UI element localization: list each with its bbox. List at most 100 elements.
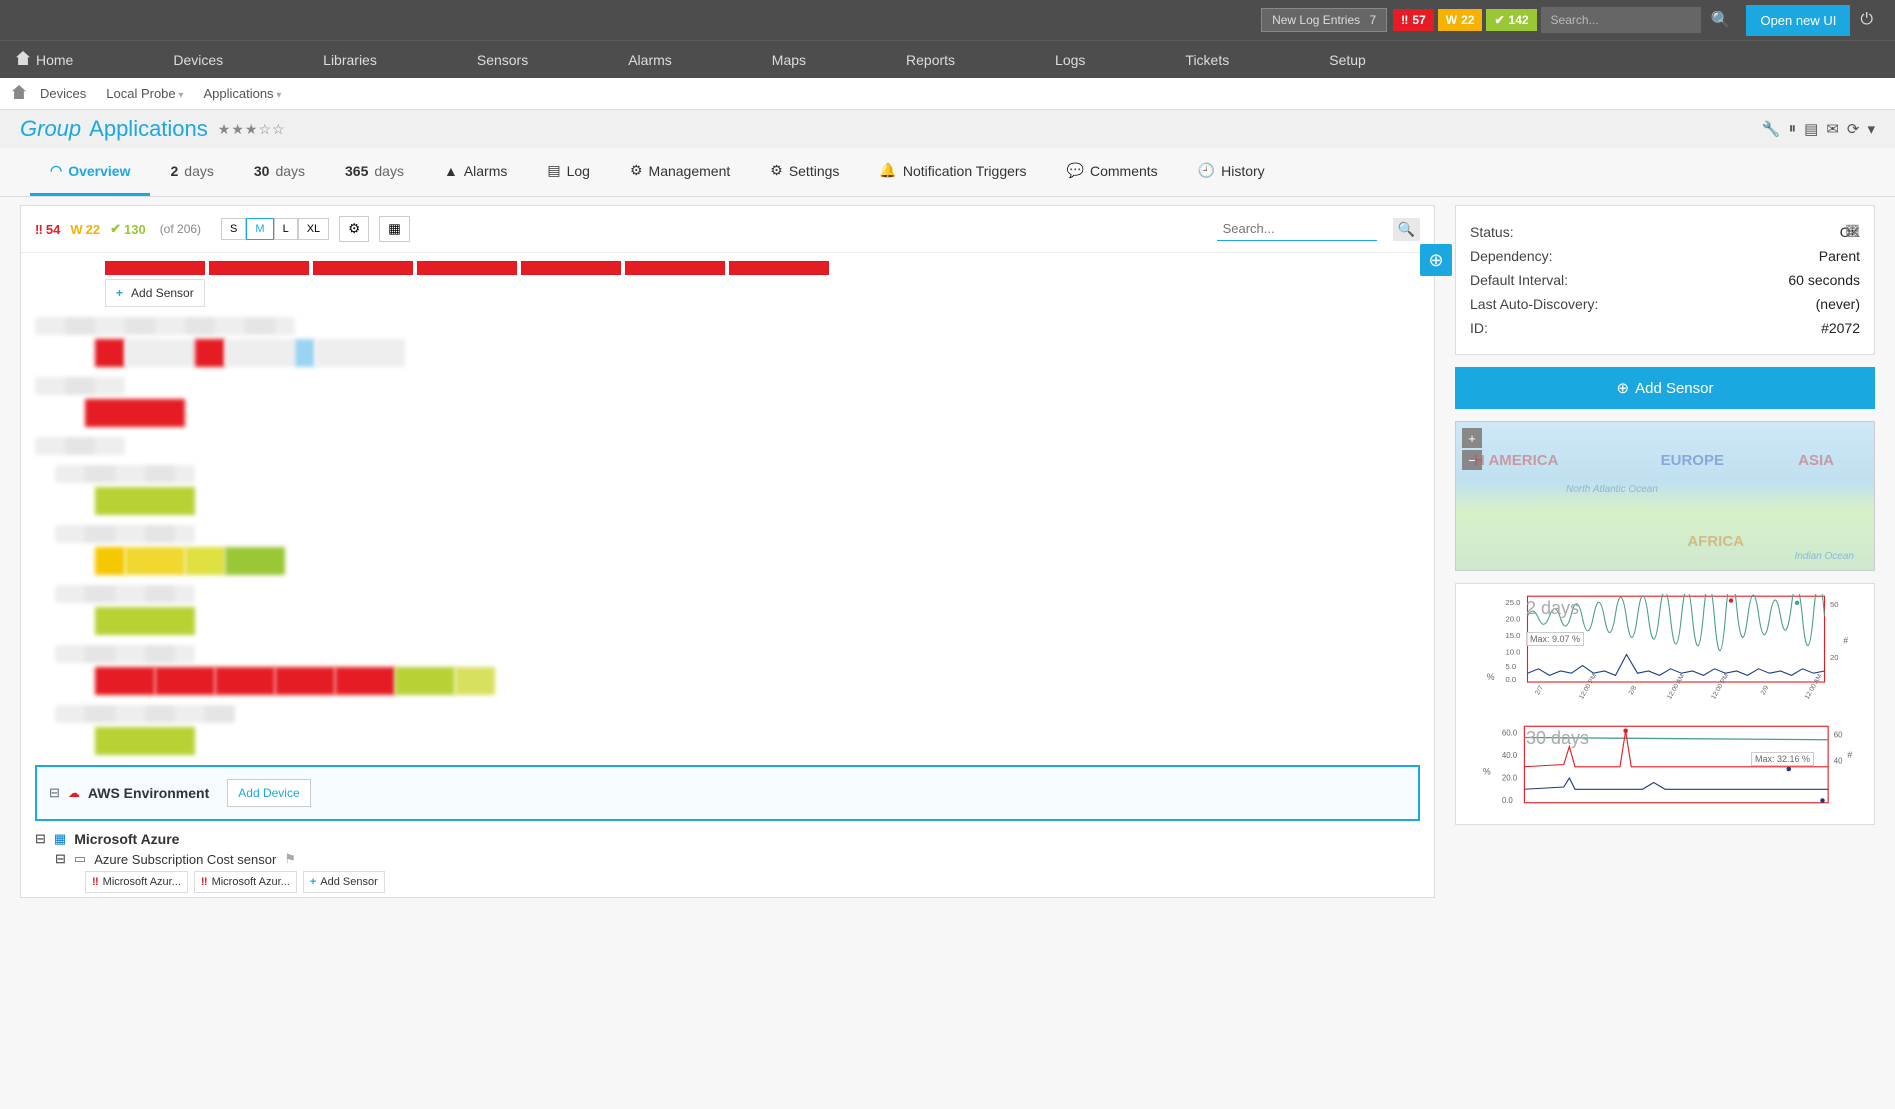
breadcrumb-home-icon[interactable] bbox=[12, 85, 26, 102]
sensor-block[interactable] bbox=[209, 261, 309, 275]
sensor-block[interactable] bbox=[395, 667, 455, 695]
crumb-devices[interactable]: Devices bbox=[34, 84, 92, 103]
sensor-block[interactable] bbox=[625, 261, 725, 275]
size-l[interactable]: L bbox=[274, 218, 298, 240]
breadcrumb: Devices Local Probe Applications bbox=[0, 78, 1895, 110]
nav-maps[interactable]: Maps bbox=[752, 41, 826, 78]
status-down-badge[interactable]: ‼57 bbox=[1393, 9, 1434, 31]
sensor-block[interactable] bbox=[225, 339, 295, 367]
azure-device[interactable]: ⊟ ▭ Azure Subscription Cost sensor ⚑ bbox=[55, 851, 1420, 867]
sensor-block[interactable] bbox=[195, 339, 225, 367]
pause-icon[interactable]: ⏸ bbox=[1789, 120, 1797, 138]
nav-logs[interactable]: Logs bbox=[1035, 41, 1105, 78]
panel-warn-count[interactable]: W22 bbox=[70, 222, 100, 237]
sensor-block[interactable] bbox=[215, 667, 275, 695]
svg-text:20.0: 20.0 bbox=[1502, 773, 1518, 782]
aws-environment-group[interactable]: ⊟ ☁ AWS Environment Add Device bbox=[35, 765, 1420, 821]
panel-search-input[interactable] bbox=[1217, 217, 1377, 241]
nav-tickets[interactable]: Tickets bbox=[1165, 41, 1249, 78]
crumb-local-probe[interactable]: Local Probe bbox=[100, 84, 189, 103]
panel-settings-icon[interactable]: ⚙ bbox=[339, 216, 369, 242]
expand-icon[interactable]: ⊟ bbox=[49, 785, 60, 801]
search-icon[interactable]: 🔍 bbox=[1701, 4, 1741, 36]
nav-setup[interactable]: Setup bbox=[1309, 41, 1386, 78]
nav-libraries[interactable]: Libraries bbox=[303, 41, 397, 78]
add-device-button[interactable]: Add Device bbox=[227, 779, 310, 807]
sensor-block[interactable] bbox=[417, 261, 517, 275]
expand-icon[interactable]: ⊟ bbox=[35, 831, 46, 847]
open-new-ui-button[interactable]: Open new UI bbox=[1746, 5, 1850, 36]
panel-grid-icon[interactable]: ▦ bbox=[379, 216, 410, 242]
sensor-block[interactable] bbox=[95, 727, 195, 755]
tab-settings[interactable]: ⚙Settings bbox=[750, 148, 859, 196]
geo-map[interactable]: + − H AMERICA EUROPE ASIA AFRICA North A… bbox=[1455, 421, 1875, 571]
sensor-block[interactable] bbox=[455, 667, 495, 695]
tab-log[interactable]: ▤Log bbox=[527, 148, 610, 196]
tab-management[interactable]: ⚙Management bbox=[610, 148, 750, 196]
tab-overview[interactable]: ◠Overview bbox=[30, 148, 150, 196]
favorite-stars[interactable]: ★★★☆☆ bbox=[218, 121, 286, 138]
power-icon[interactable]: ⏻ bbox=[1850, 5, 1883, 35]
panel-search-icon[interactable]: 🔍 bbox=[1393, 218, 1420, 241]
sensor-block[interactable] bbox=[125, 547, 185, 575]
size-m[interactable]: M bbox=[246, 218, 273, 240]
info-interval-value: 60 seconds bbox=[1788, 272, 1860, 288]
nav-home[interactable]: Home bbox=[12, 41, 93, 78]
panel-up-count[interactable]: ✔130 bbox=[110, 221, 146, 237]
sensor-chip[interactable]: ‼Microsoft Azur... bbox=[85, 871, 188, 893]
nav-sensors[interactable]: Sensors bbox=[457, 41, 548, 78]
sensor-chip[interactable]: ‼Microsoft Azur... bbox=[194, 871, 297, 893]
sensor-block[interactable] bbox=[125, 339, 195, 367]
tab-triggers[interactable]: 🔔Notification Triggers bbox=[859, 148, 1046, 196]
sensor-block[interactable] bbox=[275, 667, 335, 695]
nav-alarms[interactable]: Alarms bbox=[608, 41, 692, 78]
sensor-block[interactable] bbox=[85, 399, 185, 427]
sensor-block[interactable] bbox=[521, 261, 621, 275]
add-sensor-chip[interactable]: +Add Sensor bbox=[303, 871, 385, 893]
sensor-block[interactable] bbox=[105, 261, 205, 275]
status-warn-badge[interactable]: W22 bbox=[1438, 9, 1483, 31]
nav-devices[interactable]: Devices bbox=[153, 41, 243, 78]
sensor-block[interactable] bbox=[335, 667, 395, 695]
add-sensor-inline[interactable]: + Add Sensor bbox=[105, 279, 205, 307]
expand-icon[interactable]: ⊟ bbox=[55, 851, 66, 867]
new-log-entries-badge[interactable]: New Log Entries 7 bbox=[1261, 8, 1387, 32]
chart-icon[interactable]: ▤ bbox=[1804, 120, 1818, 138]
wrench-icon[interactable]: 🔧 bbox=[1762, 120, 1781, 138]
crumb-applications[interactable]: Applications bbox=[197, 84, 287, 103]
sensor-block[interactable] bbox=[95, 667, 155, 695]
status-up-badge[interactable]: ✔142 bbox=[1486, 9, 1536, 31]
map-zoom-in[interactable]: + bbox=[1462, 428, 1482, 448]
caret-down-icon[interactable]: ▾ bbox=[1867, 120, 1875, 138]
chart-2days[interactable]: 2 days Max: 9.07 % % 25.0 20.0 15.0 10.0… bbox=[1466, 594, 1864, 704]
tab-history[interactable]: 🕘History bbox=[1178, 148, 1285, 196]
qr-icon[interactable]: ▩ bbox=[1845, 220, 1860, 240]
tab-alarms[interactable]: ▲Alarms bbox=[424, 148, 527, 196]
panel-down-count[interactable]: ‼54 bbox=[35, 222, 60, 237]
tab-comments[interactable]: 💬Comments bbox=[1047, 148, 1178, 196]
flag-icon[interactable]: ⚑ bbox=[284, 851, 296, 867]
sensor-block[interactable] bbox=[95, 339, 125, 367]
refresh-icon[interactable]: ⟳ bbox=[1847, 120, 1860, 138]
sensor-block[interactable] bbox=[315, 339, 405, 367]
sensor-block[interactable] bbox=[95, 607, 195, 635]
tab-365days[interactable]: 365days bbox=[325, 148, 424, 196]
sensor-block[interactable] bbox=[185, 547, 225, 575]
tab-30days[interactable]: 30days bbox=[234, 148, 325, 196]
sensor-block[interactable] bbox=[95, 487, 195, 515]
size-s[interactable]: S bbox=[221, 218, 246, 240]
azure-group[interactable]: ⊟ ▦ Microsoft Azure bbox=[35, 831, 1420, 847]
chart-30days[interactable]: 30 days Max: 32.16 % % 60.0 40.0 20.0 0.… bbox=[1466, 724, 1864, 814]
mail-icon[interactable]: ✉ bbox=[1826, 120, 1839, 138]
sensor-block[interactable] bbox=[225, 547, 285, 575]
sensor-block[interactable] bbox=[95, 547, 125, 575]
sensor-block[interactable] bbox=[155, 667, 215, 695]
add-sensor-button[interactable]: ⊕ Add Sensor bbox=[1455, 367, 1875, 409]
tab-2days[interactable]: 2days bbox=[150, 148, 233, 196]
size-xl[interactable]: XL bbox=[298, 218, 329, 240]
nav-reports[interactable]: Reports bbox=[886, 41, 975, 78]
global-search-input[interactable] bbox=[1541, 7, 1701, 33]
sensor-block[interactable] bbox=[729, 261, 829, 275]
sensor-block[interactable] bbox=[295, 339, 315, 367]
sensor-block[interactable] bbox=[313, 261, 413, 275]
